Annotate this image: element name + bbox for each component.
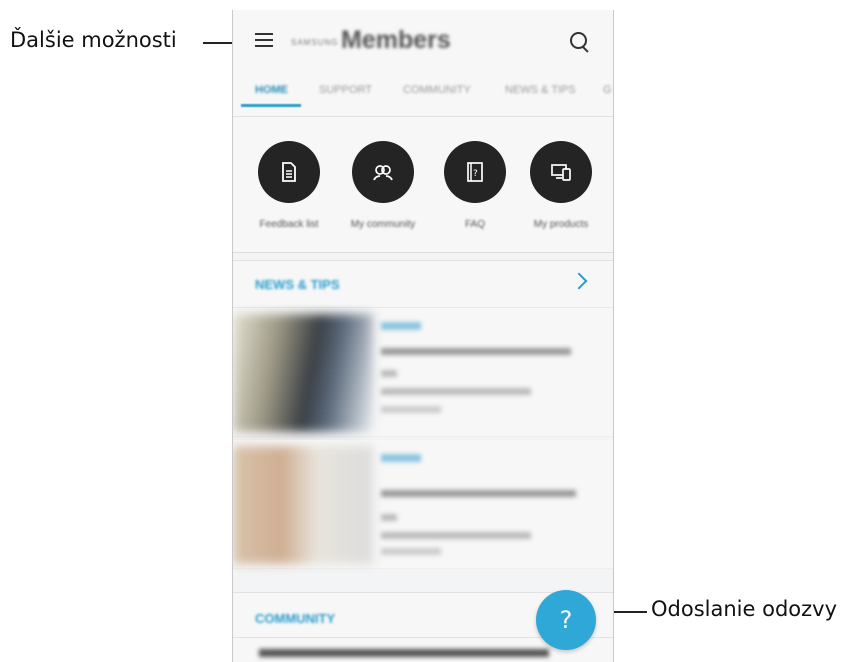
news-item[interactable] xyxy=(233,308,613,437)
community-post-placeholder[interactable] xyxy=(259,649,549,657)
svg-text:?: ? xyxy=(473,169,478,179)
news-thumbnail xyxy=(233,314,373,432)
tab-overflow[interactable]: G xyxy=(603,84,612,96)
quick-action-my-community[interactable]: My community xyxy=(343,141,423,230)
faq-book-icon: ? xyxy=(444,141,506,203)
callout-more-options: Ďalšie možnosti xyxy=(10,28,177,52)
menu-icon[interactable] xyxy=(255,32,273,48)
news-category-placeholder xyxy=(381,454,421,462)
news-meta-placeholder xyxy=(381,514,397,521)
quick-action-label: Feedback list xyxy=(259,219,319,230)
app-title: Members xyxy=(341,26,451,54)
quick-action-my-products[interactable]: My products xyxy=(521,141,601,230)
news-category-placeholder xyxy=(381,322,421,330)
quick-action-feedback-list[interactable]: Feedback list xyxy=(249,141,329,230)
news-meta-placeholder xyxy=(381,532,531,539)
news-thumbnail xyxy=(233,446,373,564)
brand-small-text: SAMSUNG xyxy=(291,38,339,47)
news-meta-placeholder xyxy=(381,406,441,413)
quick-action-faq[interactable]: ? FAQ xyxy=(435,141,515,230)
document-icon xyxy=(258,141,320,203)
quick-action-label: My products xyxy=(533,219,589,230)
devices-icon xyxy=(530,141,592,203)
news-meta-placeholder xyxy=(381,548,441,555)
tab-support[interactable]: SUPPORT xyxy=(319,84,372,96)
news-tips-header[interactable]: NEWS & TIPS xyxy=(233,260,613,308)
chevron-right-icon[interactable] xyxy=(570,272,588,290)
phone-screen: SAMSUNG Members HOME SUPPORT COMMUNITY N… xyxy=(232,10,614,662)
tab-news-tips[interactable]: NEWS & TIPS xyxy=(505,84,576,96)
news-title-placeholder xyxy=(381,348,571,355)
quick-actions: Feedback list My community ? FAQ My prod… xyxy=(233,117,613,253)
news-meta-placeholder xyxy=(381,388,531,395)
people-icon xyxy=(352,141,414,203)
app-bar: SAMSUNG Members HOME SUPPORT COMMUNITY N… xyxy=(233,10,613,117)
tab-home[interactable]: HOME xyxy=(255,84,288,96)
section-title: COMMUNITY xyxy=(255,611,336,626)
callout-send-feedback: Odoslanie odozvy xyxy=(651,597,837,621)
news-meta-placeholder xyxy=(381,370,397,377)
tab-community[interactable]: COMMUNITY xyxy=(403,84,471,96)
quick-action-label: FAQ xyxy=(464,219,485,230)
section-title: NEWS & TIPS xyxy=(255,277,340,292)
tab-bar: HOME SUPPORT COMMUNITY NEWS & TIPS G xyxy=(241,76,613,106)
news-item[interactable] xyxy=(233,440,613,569)
quick-action-label: My community xyxy=(350,219,416,230)
tab-indicator xyxy=(241,104,301,107)
search-icon[interactable] xyxy=(570,32,590,53)
send-feedback-button[interactable]: ? xyxy=(536,590,596,650)
news-title-placeholder xyxy=(381,490,576,497)
